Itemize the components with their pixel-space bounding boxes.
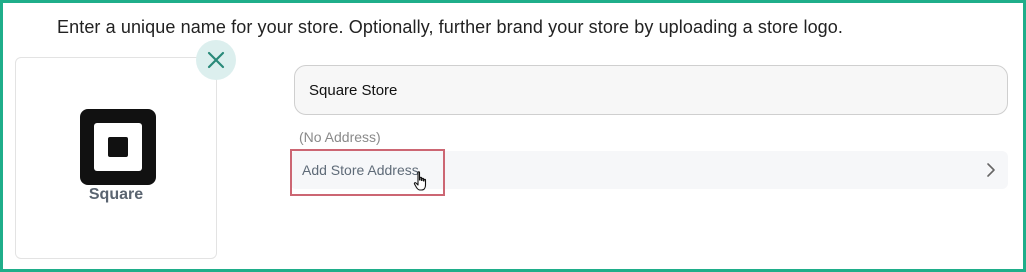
close-icon (207, 51, 225, 69)
add-store-address-label: Add Store Address (302, 162, 419, 178)
square-logo-icon (80, 109, 156, 185)
logo-brand-name: Square (88, 186, 144, 203)
add-store-address-button[interactable]: Add Store Address (290, 151, 1008, 189)
store-name-input[interactable] (294, 65, 1008, 115)
remove-logo-button[interactable] (196, 40, 236, 80)
store-logo-card[interactable]: Square (15, 57, 217, 259)
address-status: (No Address) (299, 129, 381, 145)
app-frame: Enter a unique name for your store. Opti… (0, 0, 1026, 272)
instruction-text: Enter a unique name for your store. Opti… (57, 17, 844, 37)
chevron-right-icon (987, 163, 995, 177)
hand-pointer-icon (413, 171, 427, 191)
